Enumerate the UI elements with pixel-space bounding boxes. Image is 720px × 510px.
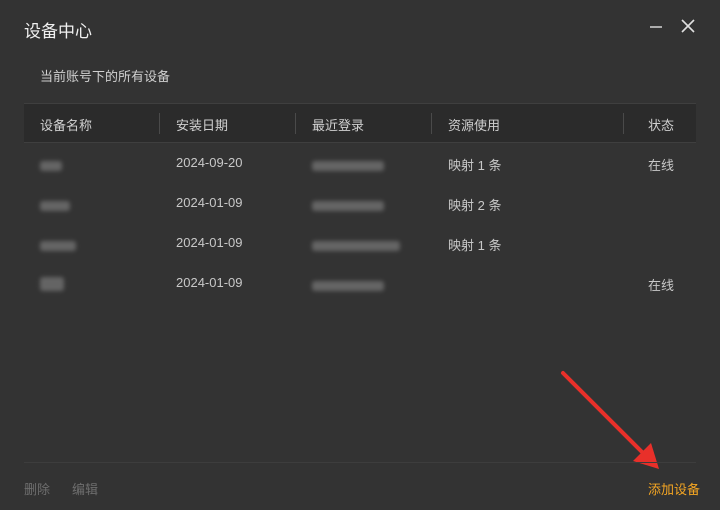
device-name-redacted (40, 159, 62, 174)
column-divider[interactable] (431, 113, 432, 134)
resource-usage: 映射 1 条 (448, 238, 502, 253)
delete-button[interactable]: 删除 (24, 479, 50, 498)
table-row[interactable]: 2024-01-09 在线 (24, 263, 696, 303)
column-header-last-login[interactable]: 最近登录 (312, 115, 364, 134)
last-login-redacted (312, 199, 384, 214)
close-icon (681, 19, 695, 33)
install-date: 2024-01-09 (176, 195, 243, 210)
device-table: 设备名称 安装日期 最近登录 资源使用 状态 2024-09-20 映射 1 条… (24, 103, 696, 303)
red-arrow-icon (561, 371, 659, 469)
status-text: 在线 (648, 278, 675, 293)
footer-divider (24, 462, 696, 463)
last-login-redacted (312, 239, 400, 254)
add-device-button[interactable]: 添加设备 (648, 479, 700, 498)
column-divider[interactable] (295, 113, 296, 134)
device-name-redacted (40, 239, 76, 254)
column-divider[interactable] (159, 113, 160, 134)
close-button[interactable] (678, 16, 698, 36)
minimize-button[interactable] (646, 16, 666, 36)
install-date: 2024-01-09 (176, 275, 243, 290)
last-login-redacted (312, 159, 384, 174)
title-bar: 设备中心 (0, 0, 720, 56)
last-login-redacted (312, 279, 384, 294)
window-title: 设备中心 (24, 22, 92, 41)
install-date: 2024-09-20 (176, 155, 243, 170)
column-header-status[interactable]: 状态 (648, 115, 674, 134)
table-row[interactable]: 2024-01-09 映射 2 条 (24, 183, 696, 223)
device-name-redacted (40, 277, 64, 294)
minimize-icon (650, 26, 662, 28)
column-header-device-name[interactable]: 设备名称 (40, 115, 92, 134)
table-row[interactable]: 2024-01-09 映射 1 条 (24, 223, 696, 263)
table-header: 设备名称 安装日期 最近登录 资源使用 状态 (24, 103, 696, 143)
install-date: 2024-01-09 (176, 235, 243, 250)
column-divider[interactable] (623, 113, 624, 134)
resource-usage: 映射 1 条 (448, 158, 502, 173)
edit-button[interactable]: 编辑 (72, 479, 98, 498)
column-header-install-date[interactable]: 安装日期 (176, 115, 228, 134)
status-text: 在线 (648, 158, 675, 173)
subtitle: 当前账号下的所有设备 (40, 69, 171, 84)
column-header-resource[interactable]: 资源使用 (448, 115, 500, 134)
device-name-redacted (40, 199, 70, 214)
table-row[interactable]: 2024-09-20 映射 1 条 在线 (24, 143, 696, 183)
resource-usage: 映射 2 条 (448, 198, 502, 213)
